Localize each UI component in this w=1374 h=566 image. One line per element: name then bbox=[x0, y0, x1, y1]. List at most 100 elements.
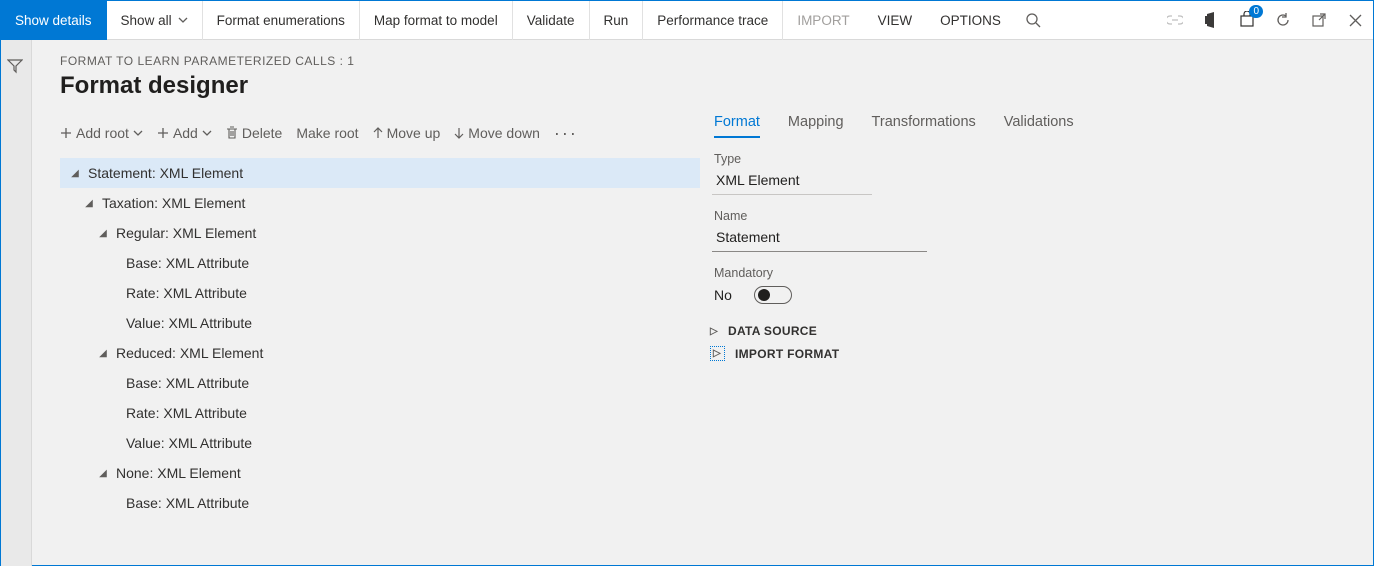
add-root-label: Add root bbox=[76, 125, 129, 141]
expand-icon[interactable]: ◢ bbox=[66, 168, 84, 179]
office-button[interactable] bbox=[1193, 1, 1229, 40]
name-label: Name bbox=[714, 209, 1373, 223]
tree-node-label: Base: XML Attribute bbox=[122, 375, 249, 391]
tree-node-reduced[interactable]: ◢ Reduced: XML Element bbox=[60, 338, 700, 368]
tree-node-regular-base[interactable]: Base: XML Attribute bbox=[60, 248, 700, 278]
chevron-down-icon bbox=[133, 130, 143, 136]
refresh-button[interactable] bbox=[1265, 1, 1301, 40]
tab-validations[interactable]: Validations bbox=[1004, 114, 1074, 138]
filter-icon bbox=[7, 58, 23, 74]
section-import-format[interactable]: ▷ IMPORT FORMAT bbox=[710, 346, 1373, 361]
section-import-format-label: IMPORT FORMAT bbox=[735, 347, 839, 361]
make-root-label: Make root bbox=[296, 125, 358, 141]
triangle-right-icon: ▷ bbox=[710, 326, 718, 337]
add-root-button[interactable]: Add root bbox=[60, 125, 143, 141]
add-label: Add bbox=[173, 125, 198, 141]
name-input[interactable] bbox=[712, 223, 927, 252]
office-icon bbox=[1203, 12, 1219, 28]
add-button[interactable]: Add bbox=[157, 125, 212, 141]
tab-format[interactable]: Format bbox=[714, 114, 760, 138]
section-data-source[interactable]: ▷ DATA SOURCE bbox=[710, 324, 1373, 338]
move-up-label: Move up bbox=[387, 125, 441, 141]
tree-node-label: Rate: XML Attribute bbox=[122, 405, 247, 421]
type-label: Type bbox=[714, 152, 1373, 166]
expand-icon[interactable]: ◢ bbox=[94, 468, 112, 479]
tree-toolbar: Add root Add Delete Make root bbox=[60, 114, 700, 152]
make-root-button[interactable]: Make root bbox=[296, 125, 358, 141]
link-icon bbox=[1167, 15, 1183, 25]
menu-validate[interactable]: Validate bbox=[513, 1, 590, 40]
menu-performance-trace[interactable]: Performance trace bbox=[643, 1, 783, 40]
mandatory-toggle[interactable] bbox=[754, 286, 792, 304]
tree-node-label: Reduced: XML Element bbox=[112, 345, 263, 361]
menu-view[interactable]: VIEW bbox=[864, 1, 927, 40]
tree-node-taxation[interactable]: ◢ Taxation: XML Element bbox=[60, 188, 700, 218]
tree-node-reduced-base[interactable]: Base: XML Attribute bbox=[60, 368, 700, 398]
search-icon bbox=[1025, 12, 1041, 28]
tree-node-label: Value: XML Attribute bbox=[122, 435, 252, 451]
tab-mapping[interactable]: Mapping bbox=[788, 114, 844, 138]
format-tree: ◢ Statement: XML Element ◢ Taxation: XML… bbox=[60, 158, 700, 518]
tree-node-label: Base: XML Attribute bbox=[122, 495, 249, 511]
tree-node-label: Rate: XML Attribute bbox=[122, 285, 247, 301]
tree-node-label: Statement: XML Element bbox=[84, 165, 243, 181]
expand-icon[interactable]: ◢ bbox=[94, 228, 112, 239]
move-up-button[interactable]: Move up bbox=[373, 125, 441, 141]
tree-node-label: Base: XML Attribute bbox=[122, 255, 249, 271]
mandatory-value: No bbox=[714, 287, 732, 303]
more-button[interactable]: ··· bbox=[554, 123, 578, 144]
tree-node-label: Value: XML Attribute bbox=[122, 315, 252, 331]
popout-icon bbox=[1312, 13, 1326, 27]
move-down-label: Move down bbox=[468, 125, 540, 141]
type-value: XML Element bbox=[712, 166, 872, 195]
menu-options[interactable]: OPTIONS bbox=[926, 1, 1015, 40]
menu-map-format-to-model[interactable]: Map format to model bbox=[360, 1, 513, 40]
triangle-right-icon: ▷ bbox=[710, 346, 725, 361]
menu-show-details[interactable]: Show details bbox=[1, 1, 107, 40]
tree-node-statement[interactable]: ◢ Statement: XML Element bbox=[60, 158, 700, 188]
search-button[interactable] bbox=[1015, 1, 1051, 40]
plus-icon bbox=[60, 127, 72, 139]
popout-button[interactable] bbox=[1301, 1, 1337, 40]
notifications-count: 0 bbox=[1249, 5, 1263, 18]
trash-icon bbox=[226, 126, 238, 140]
section-data-source-label: DATA SOURCE bbox=[728, 324, 817, 338]
expand-icon[interactable]: ◢ bbox=[94, 348, 112, 359]
tree-node-label: Regular: XML Element bbox=[112, 225, 256, 241]
filter-button[interactable] bbox=[7, 58, 25, 76]
close-button[interactable] bbox=[1337, 1, 1373, 40]
menu-run[interactable]: Run bbox=[590, 1, 644, 40]
tree-node-label: Taxation: XML Element bbox=[98, 195, 245, 211]
plus-icon bbox=[157, 127, 169, 139]
tree-node-reduced-rate[interactable]: Rate: XML Attribute bbox=[60, 398, 700, 428]
close-icon bbox=[1349, 14, 1362, 27]
tree-node-none[interactable]: ◢ None: XML Element bbox=[60, 458, 700, 488]
menu-show-all[interactable]: Show all bbox=[107, 1, 203, 40]
mandatory-label: Mandatory bbox=[714, 266, 1373, 280]
menu-import[interactable]: IMPORT bbox=[783, 1, 863, 40]
refresh-icon bbox=[1275, 12, 1291, 28]
detail-tabs: Format Mapping Transformations Validatio… bbox=[714, 114, 1373, 138]
top-menu-bar: Show details Show all Format enumeration… bbox=[1, 1, 1373, 40]
left-rail bbox=[1, 40, 32, 566]
chevron-down-icon bbox=[202, 130, 212, 136]
page-title: Format designer bbox=[60, 72, 1373, 100]
tree-node-none-base[interactable]: Base: XML Attribute bbox=[60, 488, 700, 518]
delete-button[interactable]: Delete bbox=[226, 125, 282, 141]
tree-node-reduced-value[interactable]: Value: XML Attribute bbox=[60, 428, 700, 458]
arrow-up-icon bbox=[373, 127, 383, 139]
menu-show-all-label: Show all bbox=[121, 13, 172, 28]
move-down-button[interactable]: Move down bbox=[454, 125, 540, 141]
link-button[interactable] bbox=[1157, 1, 1193, 40]
menu-format-enumerations[interactable]: Format enumerations bbox=[203, 1, 360, 40]
tree-node-regular-rate[interactable]: Rate: XML Attribute bbox=[60, 278, 700, 308]
tree-node-regular-value[interactable]: Value: XML Attribute bbox=[60, 308, 700, 338]
tree-node-regular[interactable]: ◢ Regular: XML Element bbox=[60, 218, 700, 248]
tab-transformations[interactable]: Transformations bbox=[872, 114, 976, 138]
arrow-down-icon bbox=[454, 127, 464, 139]
notifications-button[interactable]: 0 bbox=[1229, 1, 1265, 40]
expand-icon[interactable]: ◢ bbox=[80, 198, 98, 209]
toggle-knob bbox=[758, 289, 770, 301]
tree-node-label: None: XML Element bbox=[112, 465, 241, 481]
chevron-down-icon bbox=[178, 17, 188, 23]
